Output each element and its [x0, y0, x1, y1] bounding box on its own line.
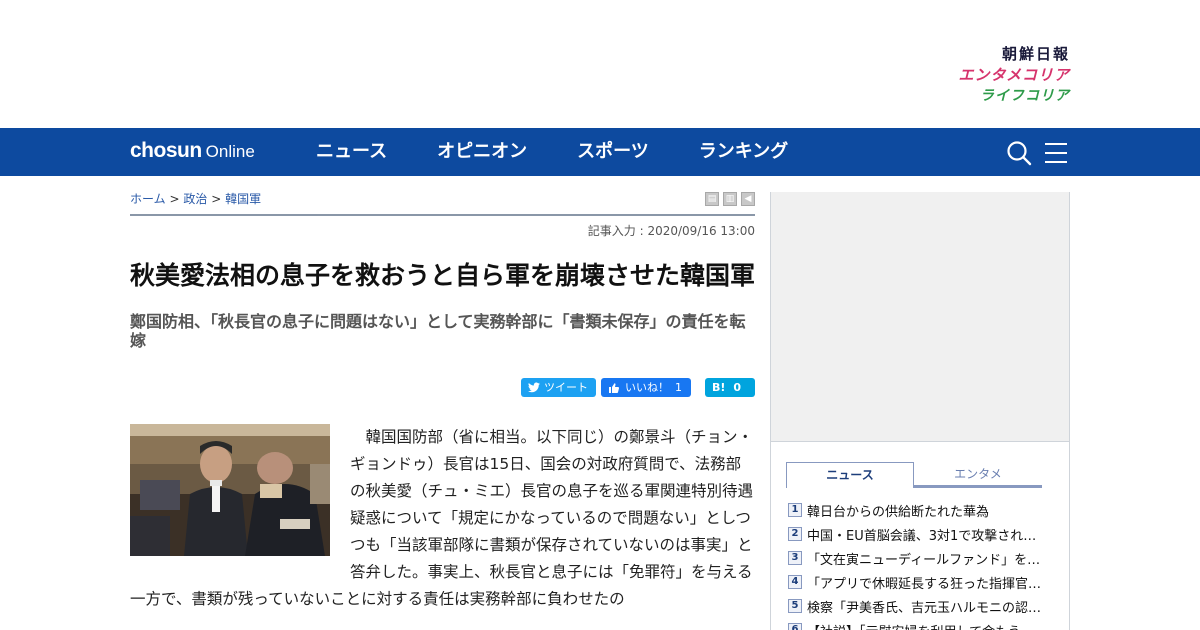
breadcrumb: ホーム > 政治 > 韓国軍: [130, 190, 261, 207]
nav-item-news[interactable]: ニュース: [316, 128, 387, 176]
article-body: 韓国国防部（省に相当。以下同じ）の鄭景斗（チョン・ギョンドゥ）長官は15日、国会…: [130, 424, 755, 613]
text-size-icon[interactable]: ▥: [723, 192, 737, 206]
like-label: いいね！: [625, 381, 669, 394]
article-tools: ▤ ▥ ◀: [701, 192, 755, 206]
logo-light-text: Online: [205, 142, 255, 161]
brand-links: 朝鮮日報 エンタメコリア ライフコリア: [958, 44, 1070, 106]
ranking-item[interactable]: 5 検察「尹美香氏、吉元玉ハルモニの認…: [788, 594, 1069, 618]
rank-title: 検察「尹美香氏、吉元玉ハルモニの認…: [807, 600, 1042, 616]
menu-icon[interactable]: [1044, 142, 1068, 164]
rank-title: 【社説】「元慰安婦を利用して金もう…: [807, 621, 1043, 630]
hatena-bookmark-button[interactable]: B! 0: [705, 378, 755, 397]
breadcrumb-row: ホーム > 政治 > 韓国軍 ▤ ▥ ◀: [130, 176, 755, 216]
tweet-button[interactable]: ツイート: [521, 378, 596, 397]
main-navbar: chosun Online ニュース オピニオン スポーツ ランキング: [0, 128, 1200, 176]
article-headline: 秋美愛法相の息子を救おうと自ら軍を崩壊させた韓国軍: [130, 261, 756, 290]
article-photo-image: [130, 424, 330, 556]
nav-menu: ニュース オピニオン スポーツ ランキング: [316, 128, 838, 176]
twitter-bird-icon: [528, 382, 540, 393]
rank-number: 4: [788, 575, 802, 589]
sidebar: ニュース エンタメ 1 韓日台からの供給断たれた華為 2 中国・EU首脳会議、3…: [770, 192, 1070, 630]
logo-bold-text: chosun: [130, 139, 202, 162]
hatena-icon: B!: [712, 381, 726, 394]
article: ホーム > 政治 > 韓国軍 ▤ ▥ ◀ 記事入力 : 2020/09/16 1…: [130, 176, 755, 613]
rank-number: 5: [788, 599, 802, 613]
print-icon[interactable]: ▤: [705, 192, 719, 206]
rank-title: 韓日台からの供給断たれた華為: [807, 504, 990, 520]
chosun-ilbo-link[interactable]: 朝鮮日報: [958, 44, 1070, 64]
rank-title: 「文在寅ニューディールファンド」を…: [807, 552, 1041, 568]
rank-number: 6: [788, 623, 802, 630]
rank-title: 中国・EU首脳会議、3対1で攻撃され…: [807, 528, 1037, 544]
breadcrumb-home[interactable]: ホーム: [130, 192, 166, 206]
breadcrumb-sep: >: [169, 192, 180, 206]
ranking-item[interactable]: 3 「文在寅ニューディールファンド」を…: [788, 546, 1069, 570]
hatena-count: 0: [733, 381, 742, 394]
back-arrow-icon[interactable]: ◀: [741, 192, 755, 206]
rank-title: 「アプリで休暇延長する狂った指揮官…: [807, 576, 1042, 592]
ranking-tabs: ニュース エンタメ: [786, 462, 1042, 488]
tab-entame[interactable]: エンタメ: [914, 462, 1042, 485]
nav-item-sports[interactable]: スポーツ: [577, 128, 649, 176]
ranking-item[interactable]: 2 中国・EU首脳会議、3対1で攻撃され…: [788, 522, 1069, 546]
rank-number: 1: [788, 503, 802, 517]
article-dateline: 記事入力 : 2020/09/16 13:00: [587, 224, 755, 238]
tweet-label: ツイート: [544, 381, 588, 394]
rank-number: 2: [788, 527, 802, 541]
breadcrumb-politics[interactable]: 政治: [183, 192, 207, 206]
nav-icons: [1006, 140, 1068, 166]
breadcrumb-sep: >: [211, 192, 222, 206]
thumbs-up-icon: [609, 382, 620, 393]
facebook-like-button[interactable]: いいね！ 1: [601, 378, 691, 397]
ranking-item[interactable]: 6 【社説】「元慰安婦を利用して金もう…: [788, 618, 1069, 630]
article-photo[interactable]: [130, 424, 330, 556]
ranking-item[interactable]: 4 「アプリで休暇延長する狂った指揮官…: [788, 570, 1069, 594]
chosun-online-logo[interactable]: chosun Online: [130, 139, 255, 164]
rank-number: 3: [788, 551, 802, 565]
search-icon[interactable]: [1006, 140, 1032, 166]
nav-item-ranking[interactable]: ランキング: [699, 128, 788, 176]
main-content: ホーム > 政治 > 韓国軍 ▤ ▥ ◀ 記事入力 : 2020/09/16 1…: [0, 176, 1200, 630]
share-buttons: ツイート いいね！ 1 B! 0: [130, 378, 755, 398]
ranking-item[interactable]: 1 韓日台からの供給断たれた華為: [788, 498, 1069, 522]
nav-item-opinion[interactable]: オピニオン: [437, 128, 527, 176]
ad-placeholder: [771, 192, 1069, 442]
breadcrumb-korean-army[interactable]: 韓国軍: [225, 192, 261, 206]
tab-news[interactable]: ニュース: [786, 462, 914, 488]
top-header: 朝鮮日報 エンタメコリア ライフコリア: [0, 0, 1200, 128]
article-subhead: 鄭国防相、「秋長官の息子に問題はない」として実務幹部に「書類未保存」の責任を転嫁: [130, 312, 746, 350]
entame-korea-link[interactable]: エンタメコリア: [958, 64, 1070, 86]
like-count: 1: [675, 381, 682, 394]
ranking-list: 1 韓日台からの供給断たれた華為 2 中国・EU首脳会議、3対1で攻撃され… 3…: [788, 498, 1069, 630]
life-korea-link[interactable]: ライフコリア: [958, 86, 1070, 106]
